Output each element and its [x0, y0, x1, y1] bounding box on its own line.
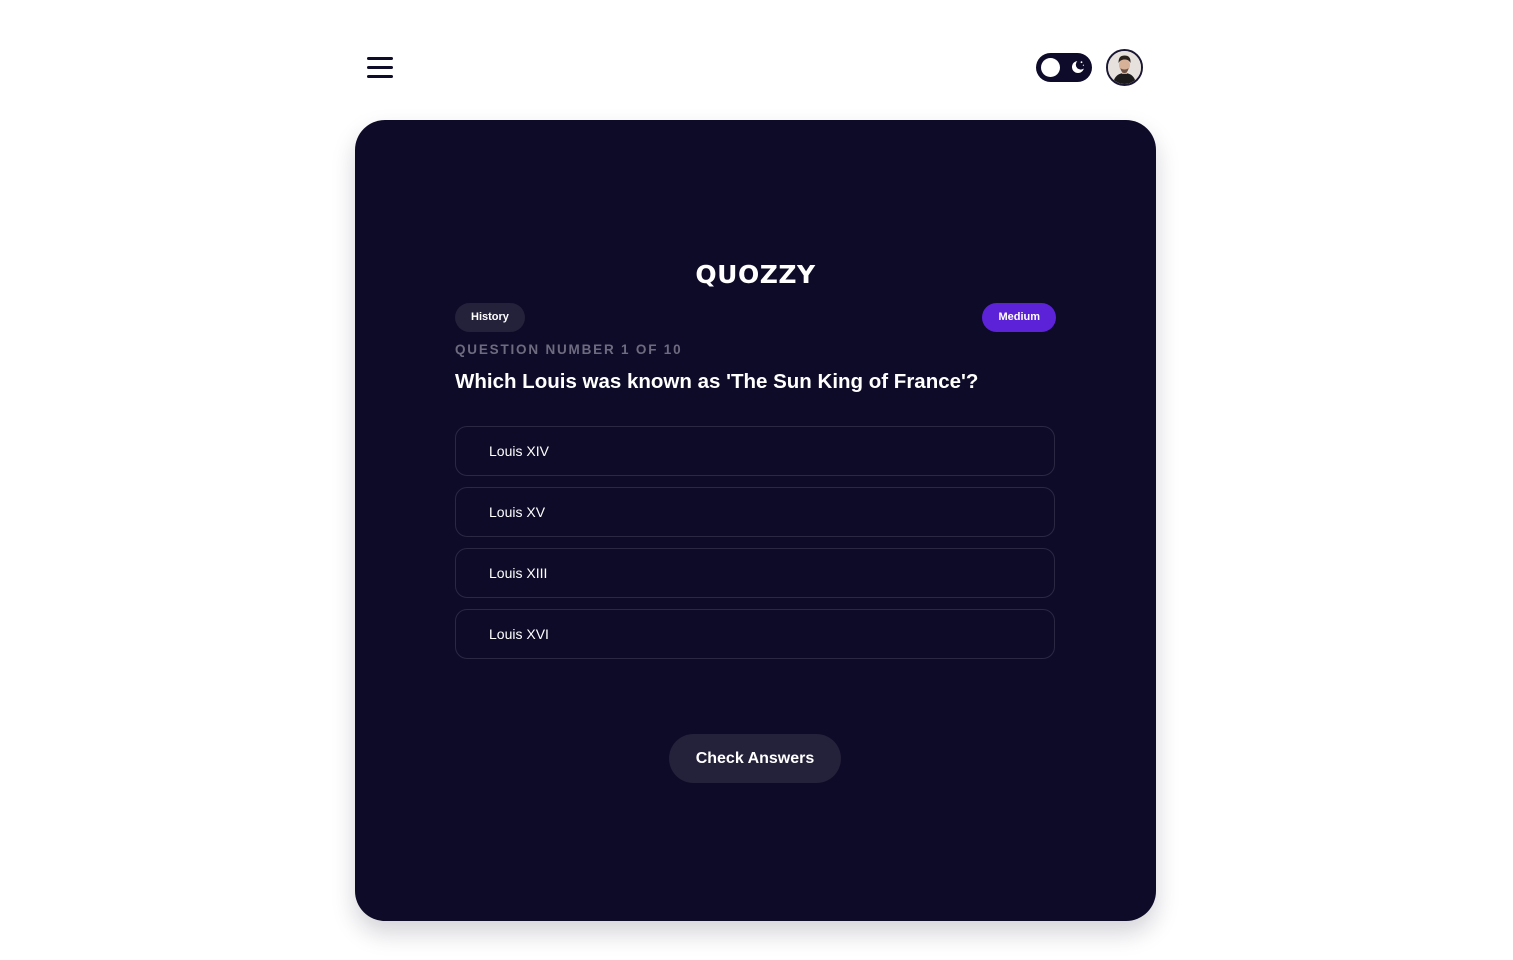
theme-toggle[interactable]	[1036, 53, 1092, 82]
quiz-card: QUOZZY History Medium QUESTION NUMBER 1 …	[355, 120, 1156, 921]
user-avatar[interactable]	[1106, 49, 1143, 86]
moon-icon	[1072, 59, 1086, 73]
menu-line	[367, 57, 393, 60]
answer-option[interactable]: Louis XVI	[455, 609, 1055, 659]
question-text: Which Louis was known as 'The Sun King o…	[455, 370, 979, 393]
answer-option-label: Louis XIV	[489, 443, 549, 459]
question-counter: QUESTION NUMBER 1 OF 10	[455, 342, 683, 357]
answer-option-label: Louis XV	[489, 504, 546, 520]
answer-option[interactable]: Louis XV	[455, 487, 1055, 537]
answer-options: Louis XIV Louis XV Louis XIII Louis XVI	[455, 426, 1055, 670]
avatar-image	[1108, 51, 1141, 84]
difficulty-badge: Medium	[982, 303, 1056, 332]
category-badge: History	[455, 303, 525, 332]
check-answers-button[interactable]: Check Answers	[669, 734, 841, 783]
answer-option[interactable]: Louis XIII	[455, 548, 1055, 598]
quiz-brand-title: QUOZZY	[695, 260, 816, 289]
answer-option-label: Louis XIII	[489, 565, 548, 581]
menu-line	[367, 75, 393, 78]
quiz-page: QUOZZY History Medium QUESTION NUMBER 1 …	[0, 0, 1513, 960]
toggle-knob	[1041, 58, 1060, 77]
answer-option-label: Louis XVI	[489, 626, 549, 642]
answer-option[interactable]: Louis XIV	[455, 426, 1055, 476]
menu-line	[367, 66, 393, 69]
hamburger-menu-icon[interactable]	[366, 55, 394, 79]
